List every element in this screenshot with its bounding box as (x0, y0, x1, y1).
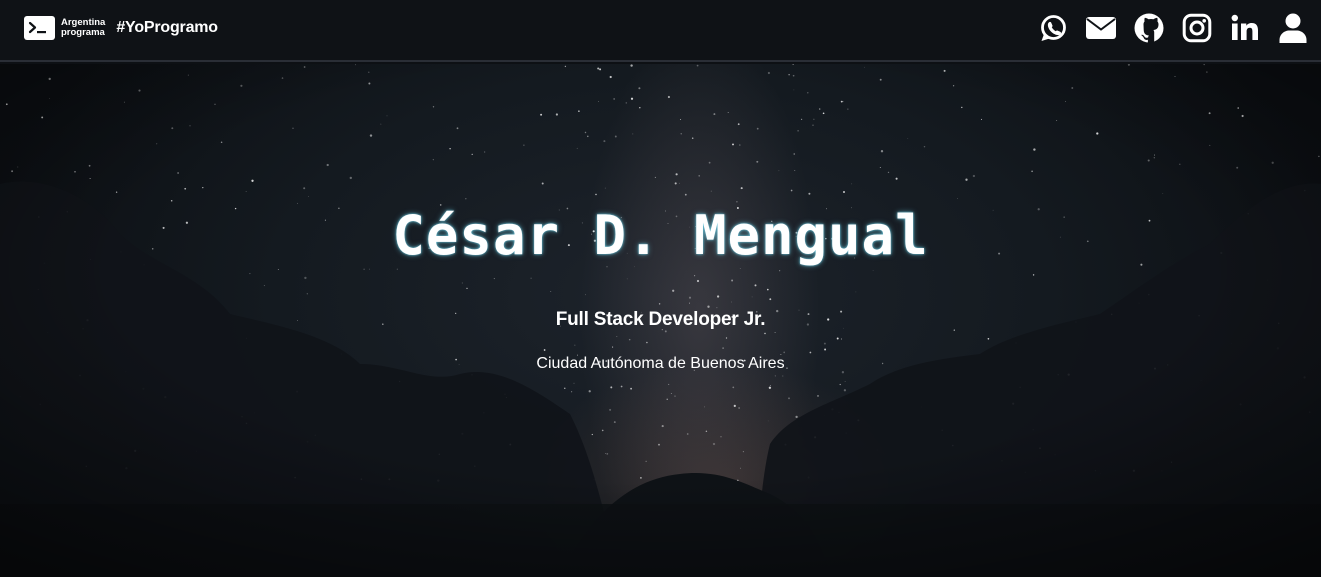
github-link[interactable] (1133, 12, 1165, 44)
portfolio-page: Argentina programa #YoProgramo César D. … (0, 0, 1321, 577)
instagram-icon (1182, 13, 1212, 43)
brand-line-2: programa (61, 27, 105, 38)
email-icon (1086, 17, 1116, 39)
hero-name: César D. Mengual (392, 204, 929, 267)
user-icon (1279, 13, 1307, 43)
brand-text: Argentina programa (61, 18, 105, 38)
hashtag-label: #YoProgramo (116, 19, 218, 36)
social-links (1021, 12, 1309, 44)
hero-banner: César D. Mengual Full Stack Developer Jr… (0, 64, 1321, 577)
linkedin-icon (1231, 14, 1258, 40)
github-icon (1134, 13, 1164, 43)
whatsapp-icon (1041, 15, 1066, 41)
email-link[interactable] (1085, 12, 1117, 44)
hero-role: Full Stack Developer Jr. (555, 309, 766, 330)
whatsapp-link[interactable] (1037, 12, 1069, 44)
top-navbar: Argentina programa #YoProgramo (0, 0, 1321, 62)
instagram-link[interactable] (1181, 12, 1213, 44)
hero-location: Ciudad Autónoma de Buenos Aires (536, 355, 785, 372)
terminal-logo-icon (24, 16, 55, 40)
login-user-link[interactable] (1277, 12, 1309, 44)
linkedin-link[interactable] (1229, 12, 1261, 44)
brand[interactable]: Argentina programa #YoProgramo (24, 15, 218, 41)
